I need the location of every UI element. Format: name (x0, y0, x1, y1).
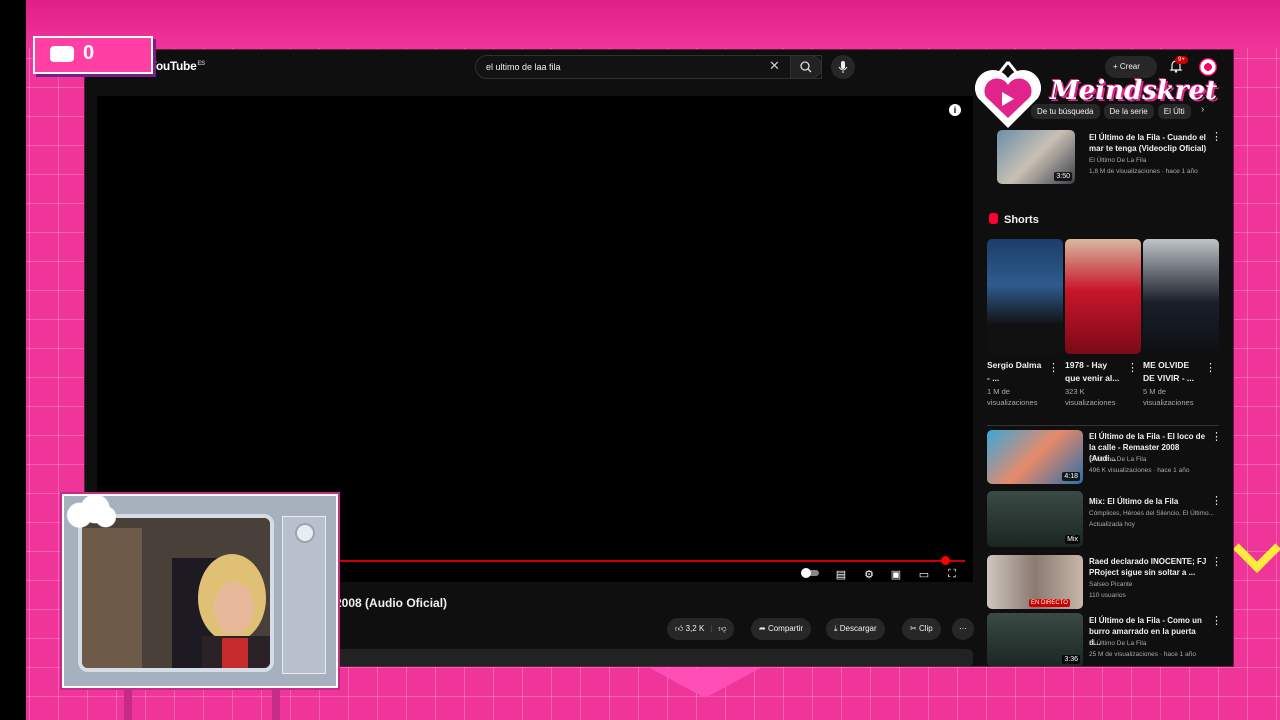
video-meta: 110 usuarios (1089, 592, 1126, 599)
related-video-title[interactable]: Raed declarado INOCENTE; FJ PRoject sigu… (1089, 556, 1207, 578)
more-options-icon[interactable]: ⋮ (1127, 363, 1138, 374)
related-thumbnail[interactable]: Mix (987, 491, 1083, 547)
short-title[interactable]: Sergio Dalma - ... (987, 359, 1045, 385)
video-meta: 496 K visualizaciones · hace 1 año (1089, 467, 1190, 474)
video-duration: 4:18 (1062, 472, 1080, 481)
more-options-icon[interactable]: ⋮ (1211, 557, 1222, 568)
clip-label: Clip (918, 624, 933, 633)
live-badge: EN DIRECTO (1029, 599, 1070, 607)
clip-button[interactable]: ✂ Clip (902, 618, 941, 640)
info-icon[interactable]: i (949, 104, 961, 116)
chevron-decor-icon (1234, 530, 1280, 570)
webcam-image (82, 518, 270, 668)
brand-logo: Meindskret (970, 58, 1220, 132)
channel-name[interactable]: Salseo Picante (1089, 580, 1214, 589)
channel-name[interactable]: El Último De La Fila (1089, 639, 1214, 648)
theater-mode-icon[interactable]: ▭ (916, 568, 932, 582)
related-thumbnail[interactable]: 4:18 (987, 430, 1083, 484)
channel-name[interactable]: El Último De La Fila (1089, 455, 1214, 464)
scissors-icon: ✂ (910, 624, 919, 633)
decor-arrow (650, 668, 760, 698)
more-options-icon[interactable]: ⋮ (1211, 496, 1222, 507)
short-views: 5 M de visualizaciones (1143, 387, 1194, 407)
miniplayer-icon[interactable]: ▣ (888, 568, 904, 582)
search-icon (800, 61, 812, 73)
counter-value: 0 (83, 42, 95, 64)
related-video-title[interactable]: El Último de la Fila - Cuando el mar te … (1089, 132, 1207, 154)
short-thumbnail[interactable] (1143, 239, 1219, 354)
chat-bubble-icon (50, 46, 74, 62)
download-label: Descargar (839, 624, 877, 633)
video-meta: 1,8 M de visualizaciones · hace 1 año (1089, 168, 1198, 175)
divider (987, 425, 1219, 426)
youtube-logo[interactable]: YouTubeES (149, 59, 205, 73)
tv-leg (124, 688, 132, 720)
mix-badge: Mix (1065, 535, 1080, 544)
related-thumbnail[interactable]: 3:50 (997, 130, 1075, 184)
share-icon: ➦ (759, 624, 768, 633)
brand-name: Meindskret (1050, 76, 1218, 106)
subtitles-icon[interactable]: ▤ (833, 568, 849, 582)
shorts-heading: Shorts (989, 213, 1039, 226)
youtube-logo-text: YouTube (149, 59, 197, 73)
top-pink-band (26, 0, 1280, 48)
search-button[interactable] (790, 55, 822, 79)
tv-leg (272, 688, 280, 720)
video-title: 2008 (Audio Oficial) (335, 596, 448, 610)
voice-search-button[interactable] (831, 55, 855, 79)
webcam-feed (78, 514, 274, 672)
fullscreen-icon[interactable]: ⛶ (944, 568, 960, 582)
related-thumbnail[interactable]: EN DIRECTO (987, 555, 1083, 609)
tv-control-panel (282, 516, 326, 674)
tv-knob-icon (295, 523, 315, 543)
more-options-icon[interactable]: ⋮ (1211, 132, 1222, 143)
settings-gear-icon[interactable]: ⚙ (861, 568, 877, 582)
channel-name[interactable]: Cómplices, Héroes del Silencio, El Últim… (1089, 509, 1214, 518)
more-options-icon[interactable]: ⋮ (1048, 363, 1059, 374)
short-views: 1 M de visualizaciones (987, 387, 1038, 407)
short-thumbnail[interactable] (1065, 239, 1141, 354)
shorts-icon (989, 213, 998, 224)
chat-counter: 0 (33, 36, 153, 74)
left-black-strip (0, 0, 26, 720)
thumbs-down-icon[interactable]: 👎︎ (718, 624, 726, 633)
short-thumbnail[interactable] (987, 239, 1063, 354)
like-count: 3,2 K (685, 624, 705, 633)
description-box[interactable] (335, 649, 973, 666)
video-duration: 3:50 (1054, 172, 1072, 181)
related-thumbnail[interactable]: 3:36 (987, 613, 1083, 666)
microphone-icon (838, 61, 848, 73)
scrubber-handle[interactable] (941, 556, 950, 565)
thumbs-up-icon: 👍︎ (675, 624, 686, 633)
more-actions-icon[interactable]: ⋯ (952, 618, 974, 640)
more-options-icon[interactable]: ⋮ (1211, 616, 1222, 627)
video-duration: 3:36 (1062, 655, 1080, 664)
video-meta: 25 M de visualizaciones · hace 1 año (1089, 651, 1196, 658)
related-video-title[interactable]: Mix: El Último de la Fila (1089, 496, 1207, 507)
download-button[interactable]: ⤓ Descargar (826, 618, 885, 640)
share-button[interactable]: ➦ Compartir (751, 618, 812, 640)
tv-heart-icon (974, 61, 1042, 128)
autoplay-toggle[interactable] (801, 568, 819, 582)
channel-name[interactable]: El Último De La Fila (1089, 156, 1214, 165)
logo-region: ES (197, 61, 205, 67)
cloud-icon (64, 496, 116, 528)
more-options-icon[interactable]: ⋮ (1211, 432, 1222, 443)
like-button[interactable]: 👍︎ 3,2 K | 👎︎ (667, 618, 735, 640)
more-options-icon[interactable]: ⋮ (1205, 363, 1216, 374)
clear-icon[interactable]: ✕ (769, 59, 780, 72)
shorts-label: Shorts (1004, 214, 1039, 226)
video-meta: Actualizada hoy (1089, 521, 1135, 528)
share-label: Compartir (767, 624, 804, 633)
short-title[interactable]: ME OLVIDE DE VIVIR - ... (1143, 359, 1201, 385)
short-views: 323 K visualizaciones (1065, 387, 1116, 407)
short-title[interactable]: 1978 - Hay que venir al... (1065, 359, 1123, 385)
